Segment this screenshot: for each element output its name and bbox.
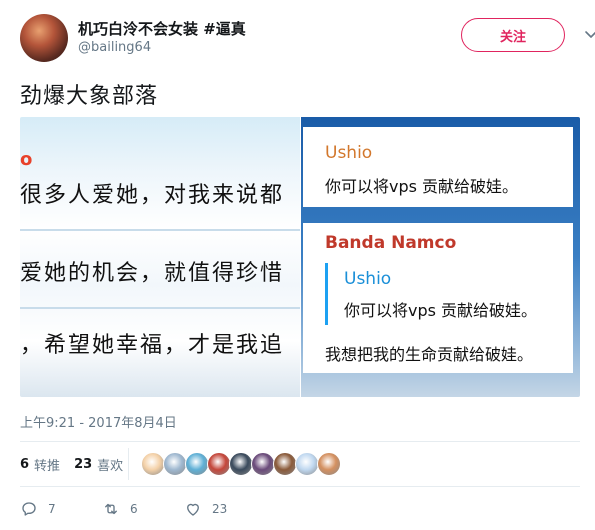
divider <box>128 448 129 480</box>
quote-message: 你可以将vps 贡献给破娃。 <box>344 301 538 320</box>
liker-avatar[interactable] <box>295 452 319 476</box>
likers-row <box>141 452 341 476</box>
liker-avatar[interactable] <box>273 452 297 476</box>
image-divider <box>20 229 300 231</box>
timestamp[interactable]: 上午9:21 - 2017年8月4日 <box>20 412 177 431</box>
avatar[interactable] <box>20 14 68 62</box>
retweet-button[interactable]: 6 <box>102 500 184 518</box>
media-image-left[interactable]: o 很多人爱她，对我来说都 爱她的机会，就值得珍惜 ，希望她幸福，才是我追 <box>20 117 300 397</box>
action-bar: 7 6 23 <box>20 500 266 518</box>
liker-avatar[interactable] <box>141 452 165 476</box>
like-button[interactable]: 23 <box>184 500 266 518</box>
engagement-stats: 6 转推 23 喜欢 <box>20 452 137 476</box>
liker-avatar[interactable] <box>207 452 231 476</box>
retweet-icon <box>105 503 117 515</box>
media-grid[interactable]: o 很多人爱她，对我来说都 爱她的机会，就值得珍惜 ，希望她幸福，才是我追 Us… <box>20 117 580 397</box>
chat-message: 我想把我的生命贡献给破娃。 <box>325 345 534 364</box>
chat-quote: Ushio 你可以将vps 贡献给破娃。 <box>325 263 568 325</box>
divider <box>20 441 580 442</box>
liker-avatar[interactable] <box>163 452 187 476</box>
heart-icon <box>187 503 199 516</box>
like-stat-count: 23 <box>74 456 93 472</box>
chevron-down-icon[interactable] <box>583 26 595 42</box>
image-text-line: ，希望她幸福，才是我追 <box>20 333 285 358</box>
chat-author: Ushio <box>325 143 373 163</box>
reply-icon <box>22 502 36 516</box>
like-count: 23 <box>212 502 228 516</box>
image-divider <box>20 307 300 309</box>
divider <box>20 486 580 487</box>
chat-author: Banda Namco <box>325 233 457 253</box>
image-text-fragment: o <box>20 149 33 170</box>
chat-card: Ushio 你可以将vps 贡献给破娃。 <box>303 127 573 207</box>
retweet-stat[interactable]: 6 转推 <box>20 455 60 474</box>
retweet-stat-count: 6 <box>20 456 30 472</box>
handle[interactable]: @bailing64 <box>78 40 151 55</box>
liker-avatar[interactable] <box>251 452 275 476</box>
liker-avatar[interactable] <box>317 452 341 476</box>
media-image-right[interactable]: Ushio 你可以将vps 贡献给破娃。 Banda Namco Ushio 你… <box>301 117 580 397</box>
image-text-line: 爱她的机会，就值得珍惜 <box>20 261 285 286</box>
liker-avatar[interactable] <box>229 452 253 476</box>
reply-count: 7 <box>48 502 56 516</box>
reply-button[interactable]: 7 <box>20 500 102 518</box>
display-name[interactable]: 机巧白泠不会女装 #逼真 <box>78 18 246 39</box>
image-text-line: 很多人爱她，对我来说都 <box>20 183 285 208</box>
tweet-header: 机巧白泠不会女装 #逼真 @bailing64 关注 <box>20 12 595 64</box>
like-stat[interactable]: 23 喜欢 <box>74 455 123 474</box>
follow-button[interactable]: 关注 <box>461 18 565 52</box>
retweet-stat-label: 转推 <box>34 458 61 474</box>
chat-card: Banda Namco Ushio 你可以将vps 贡献给破娃。 我想把我的生命… <box>303 223 573 373</box>
retweet-count: 6 <box>130 502 138 516</box>
chat-message: 你可以将vps 贡献给破娃。 <box>325 177 519 196</box>
like-stat-label: 喜欢 <box>97 458 124 474</box>
tweet-text: 劲爆大象部落 <box>20 84 159 109</box>
quote-author: Ushio <box>344 269 392 289</box>
liker-avatar[interactable] <box>185 452 209 476</box>
